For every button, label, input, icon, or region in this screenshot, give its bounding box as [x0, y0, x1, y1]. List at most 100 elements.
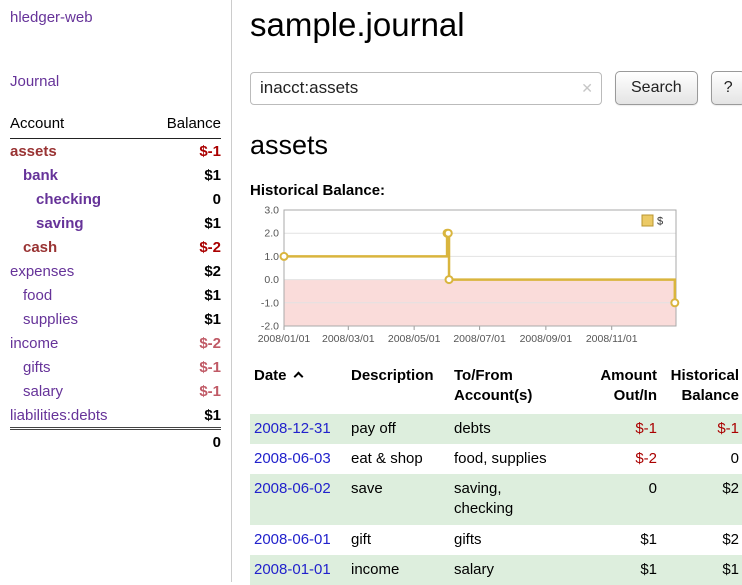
register-row[interactable]: 2008-06-02savesaving, checking0$2: [250, 474, 742, 525]
sidebar-account-supplies[interactable]: supplies: [23, 311, 78, 328]
transaction-balance: 0: [663, 444, 742, 474]
svg-text:2008/01/01: 2008/01/01: [258, 333, 311, 345]
sidebar-account-food[interactable]: food: [23, 287, 52, 304]
account-row: checking 0: [10, 187, 221, 211]
app-title-link[interactable]: hledger-web: [10, 9, 221, 26]
account-balance: $1: [146, 403, 221, 429]
svg-text:2008/11/01: 2008/11/01: [586, 333, 638, 345]
accounts-table: Account Balance assets $-1 bank $1 checking 0…: [10, 111, 221, 454]
chart-label: Historical Balance:: [250, 182, 742, 199]
transaction-balance: $2: [663, 474, 742, 525]
transaction-date-cell: 2008-12-31: [250, 414, 347, 444]
account-balance: $1: [146, 307, 221, 331]
account-row: expenses$2: [10, 259, 221, 283]
transaction-amount: $-1: [585, 414, 663, 444]
accounts-header-account: Account: [10, 111, 146, 139]
register-header-date-label: Date: [254, 367, 287, 384]
transaction-balance: $2: [663, 525, 742, 555]
account-row: cash $-2: [10, 235, 221, 259]
register-header-amount: Amount Out/In: [585, 364, 663, 414]
help-button[interactable]: ?: [711, 71, 742, 105]
transaction-date-cell: 2008-06-02: [250, 474, 347, 525]
account-balance: $-1: [146, 139, 221, 164]
account-row: income $-2: [10, 331, 221, 355]
transaction-date-link[interactable]: 2008-12-31: [254, 420, 331, 437]
svg-text:3.0: 3.0: [264, 205, 279, 217]
svg-text:2008/09/01: 2008/09/01: [520, 333, 573, 345]
svg-text:2.0: 2.0: [264, 228, 279, 240]
register-row[interactable]: 2008-06-01 giftgifts$1$2: [250, 525, 742, 555]
account-balance: $-2: [146, 235, 221, 259]
register-row[interactable]: 2008-06-03 eat & shopfood, supplies$-20: [250, 444, 742, 474]
sidebar-account-saving[interactable]: saving: [36, 215, 84, 232]
transaction-amount: $-2: [585, 444, 663, 474]
search-bar: ✕ Search ?: [250, 71, 742, 105]
transaction-accounts: food, supplies: [450, 444, 585, 474]
transaction-date-cell: 2008-06-01: [250, 525, 347, 555]
svg-text:2008/05/01: 2008/05/01: [388, 333, 441, 345]
sidebar: hledger-web Journal Account Balance asse…: [0, 0, 232, 582]
sidebar-account-bank[interactable]: bank: [23, 167, 58, 184]
svg-text:$: $: [657, 216, 663, 228]
register-header-description: Description: [347, 364, 450, 414]
register-header-accounts: To/From Account(s): [450, 364, 585, 414]
sort-asc-icon: [293, 372, 303, 382]
accounts-header-balance: Balance: [146, 111, 221, 139]
account-balance: $-2: [146, 331, 221, 355]
transaction-date-link[interactable]: 2008-06-02: [254, 480, 331, 497]
svg-text:2008/07/01: 2008/07/01: [453, 333, 506, 345]
page-title: sample.journal: [250, 6, 742, 44]
transaction-date-link[interactable]: 2008-06-01: [254, 531, 331, 548]
transaction-description: save: [347, 474, 450, 525]
register-header-date[interactable]: Date: [250, 364, 347, 414]
clear-search-icon[interactable]: ✕: [581, 80, 593, 97]
transaction-description: eat & shop: [347, 444, 450, 474]
nav-journal-link[interactable]: Journal: [10, 73, 221, 90]
register-header-balance: Historical Balance: [663, 364, 742, 414]
transaction-amount: $1: [585, 555, 663, 585]
register-row[interactable]: 2008-12-31pay offdebts$-1$-1: [250, 414, 742, 444]
account-row: assets $-1: [10, 139, 221, 164]
transaction-date-cell: 2008-01-01: [250, 555, 347, 585]
svg-text:-2.0: -2.0: [261, 321, 279, 333]
transaction-description: income: [347, 555, 450, 585]
transaction-accounts: saving, checking: [450, 474, 585, 525]
transaction-date-link[interactable]: 2008-01-01: [254, 561, 331, 578]
sidebar-account-cash[interactable]: cash: [23, 239, 57, 256]
svg-text:2008/03/01: 2008/03/01: [322, 333, 375, 345]
search-input[interactable]: [250, 72, 602, 105]
transaction-date-link[interactable]: 2008-06-03: [254, 450, 331, 467]
account-balance: $1: [146, 211, 221, 235]
transaction-balance: $1: [663, 555, 742, 585]
sidebar-account-income[interactable]: income: [10, 335, 58, 352]
svg-text:-1.0: -1.0: [261, 297, 279, 309]
sidebar-account-liabilities-debts[interactable]: liabilities:debts: [10, 407, 108, 424]
hledger-web-page: hledger-web Journal Account Balance asse…: [0, 0, 742, 582]
sidebar-account-checking[interactable]: checking: [36, 191, 101, 208]
account-balance: $-1: [146, 379, 221, 403]
sidebar-account-assets[interactable]: assets: [10, 143, 57, 160]
transaction-amount: $1: [585, 525, 663, 555]
account-row: liabilities:debts $1: [10, 403, 221, 429]
account-row: food $1: [10, 283, 221, 307]
account-balance: $1: [146, 283, 221, 307]
account-heading: assets: [250, 130, 742, 161]
svg-text:1.0: 1.0: [264, 251, 279, 263]
sidebar-account-expenses[interactable]: expenses: [10, 263, 74, 280]
search-box: ✕: [250, 72, 602, 105]
transaction-description: pay off: [347, 414, 450, 444]
sidebar-account-gifts[interactable]: gifts: [23, 359, 51, 376]
transaction-description: gift: [347, 525, 450, 555]
search-button[interactable]: Search: [615, 71, 698, 105]
register-table: Date Description To/From Account(s) Amou…: [250, 364, 742, 585]
account-balance: $1: [146, 163, 221, 187]
register-header-row: Date Description To/From Account(s) Amou…: [250, 364, 742, 414]
transaction-accounts: gifts: [450, 525, 585, 555]
register-row[interactable]: 2008-01-01incomesalary$1$1: [250, 555, 742, 585]
account-balance: 0: [146, 187, 221, 211]
accounts-table-header: Account Balance: [10, 111, 221, 139]
account-row: salary $-1: [10, 379, 221, 403]
historical-balance-chart: 3.02.01.00.0-1.0-2.02008/01/012008/03/01…: [250, 202, 682, 352]
sidebar-account-salary[interactable]: salary: [23, 383, 63, 400]
main-content: sample.journal ✕ Search ? assets Histori…: [232, 0, 742, 582]
